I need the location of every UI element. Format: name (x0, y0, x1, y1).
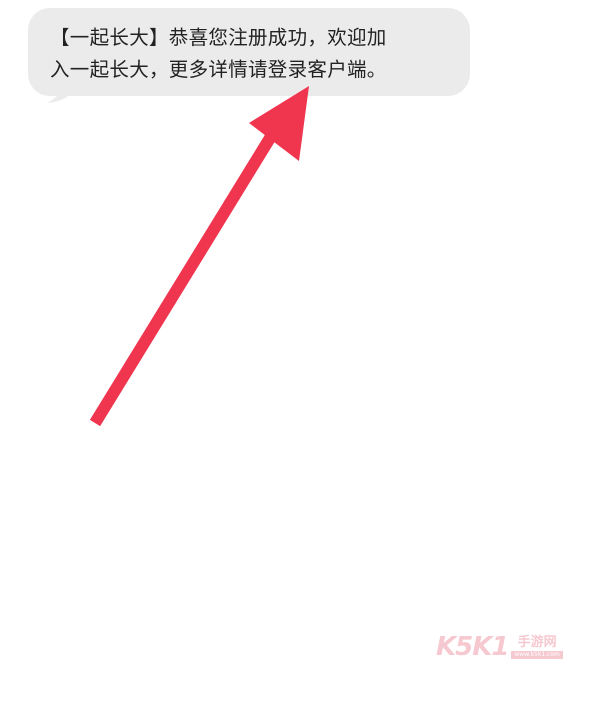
sms-bubble: 【一起长大】恭喜您注册成功，欢迎加 入一起长大，更多详情请登录客户端。 (28, 8, 470, 103)
sms-text: 【一起长大】恭喜您注册成功，欢迎加 入一起长大，更多详情请登录客户端。 (50, 22, 454, 86)
watermark-site-url: www.k5k1.com (511, 651, 563, 659)
arrow-shaft (89, 134, 276, 427)
sms-text-line-1: 【一起长大】恭喜您注册成功，欢迎加 (50, 26, 387, 49)
sms-text-line-2: 入一起长大，更多详情请登录客户端。 (50, 58, 387, 81)
arrow-up-right-icon (89, 86, 309, 427)
watermark-site-name: 手游网 (517, 635, 557, 650)
watermark-site: 手游网 www.k5k1.com (511, 635, 563, 659)
watermark-logo: K5K1 (436, 632, 509, 662)
watermark: K5K1 手游网 www.k5k1.com (436, 632, 563, 662)
